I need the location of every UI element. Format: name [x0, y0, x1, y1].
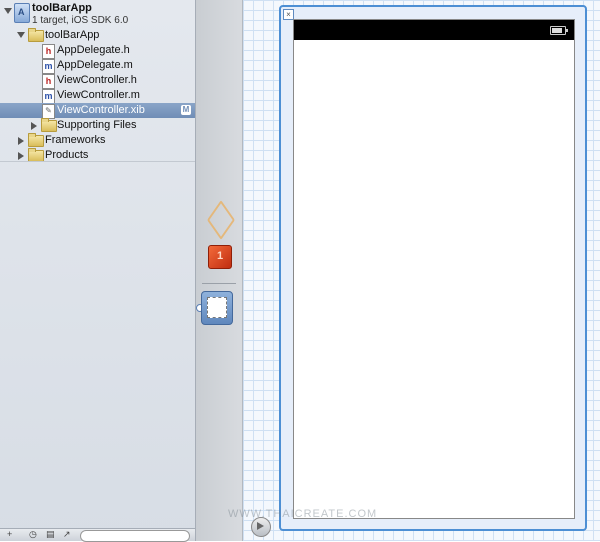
selected-view-frame[interactable]: × [279, 5, 587, 531]
tree-row-supporting-files[interactable]: Supporting Files [0, 118, 195, 133]
disclosure-triangle-icon[interactable] [17, 32, 25, 38]
tree-item-label: Supporting Files [57, 119, 137, 131]
canvas-zoom-control[interactable] [251, 517, 271, 537]
project-subtitle: 1 target, iOS SDK 6.0 [32, 15, 129, 26]
disclosure-triangle-icon[interactable] [4, 8, 12, 14]
modified-badge: M [181, 105, 191, 115]
tree-row-viewcontroller-h[interactable]: h ViewController.h [0, 73, 195, 89]
tree-item-label: AppDelegate.h [57, 44, 130, 56]
document-outline-dock [196, 0, 243, 541]
implementation-file-icon: m [42, 59, 55, 74]
folder-icon [41, 118, 57, 132]
folder-icon [28, 133, 44, 147]
files-owner-icon[interactable] [207, 200, 235, 240]
dock-divider [202, 283, 236, 284]
tree-item-label: ViewController.m [57, 89, 140, 101]
view-object-icon[interactable] [201, 291, 233, 325]
first-responder-icon[interactable] [208, 245, 232, 269]
recent-files-icon[interactable]: ◷ [29, 529, 37, 540]
source-control-filter-icon[interactable]: ▤ [46, 529, 55, 540]
header-file-icon: h [42, 44, 55, 59]
tree-item-label: Frameworks [45, 134, 106, 146]
tree-row-viewcontroller-xib[interactable]: ✎ ViewController.xib M [0, 103, 195, 119]
tree-item-label: AppDelegate.m [57, 59, 133, 71]
disclosure-triangle-icon[interactable] [31, 122, 37, 130]
interface-builder-canvas[interactable]: × WWW.THAICREATE.COM [228, 0, 600, 541]
add-icon[interactable]: + [7, 529, 12, 540]
status-bar [294, 20, 574, 40]
unsaved-filter-icon[interactable]: ↗ [63, 529, 71, 540]
tree-row-frameworks[interactable]: Frameworks [0, 133, 195, 148]
tree-row-appdelegate-h[interactable]: h AppDelegate.h [0, 43, 195, 59]
disclosure-triangle-icon[interactable] [18, 137, 24, 145]
disclosure-triangle-icon[interactable] [18, 152, 24, 160]
iphone-view[interactable] [293, 19, 575, 519]
project-row[interactable]: toolBarApp 1 target, iOS SDK 6.0 [0, 0, 195, 28]
tree-item-label: ViewController.h [57, 74, 137, 86]
tree-item-label: Products [45, 149, 89, 161]
xcode-project-icon [14, 3, 30, 23]
tree-row-viewcontroller-m[interactable]: m ViewController.m [0, 88, 195, 104]
tree-row-toolbarapp-group[interactable]: toolBarApp [0, 28, 195, 43]
tree-row-appdelegate-m[interactable]: m AppDelegate.m [0, 58, 195, 74]
navigator-footer: + ◷ ▤ ↗ [0, 528, 195, 542]
tree-item-label: ViewController.xib [57, 104, 145, 116]
tree-item-label: toolBarApp [45, 29, 100, 41]
watermark: WWW.THAICREATE.COM [228, 508, 378, 520]
implementation-file-icon: m [42, 89, 55, 104]
project-name: toolBarApp [32, 2, 92, 14]
header-file-icon: h [42, 74, 55, 89]
navigator-filter-input[interactable] [80, 530, 190, 542]
battery-icon [550, 26, 568, 35]
project-navigator: toolBarApp 1 target, iOS SDK 6.0 toolBar… [0, 0, 196, 542]
interface-file-icon: ✎ [42, 104, 55, 119]
folder-icon [28, 28, 44, 42]
navigator-divider [0, 161, 195, 162]
